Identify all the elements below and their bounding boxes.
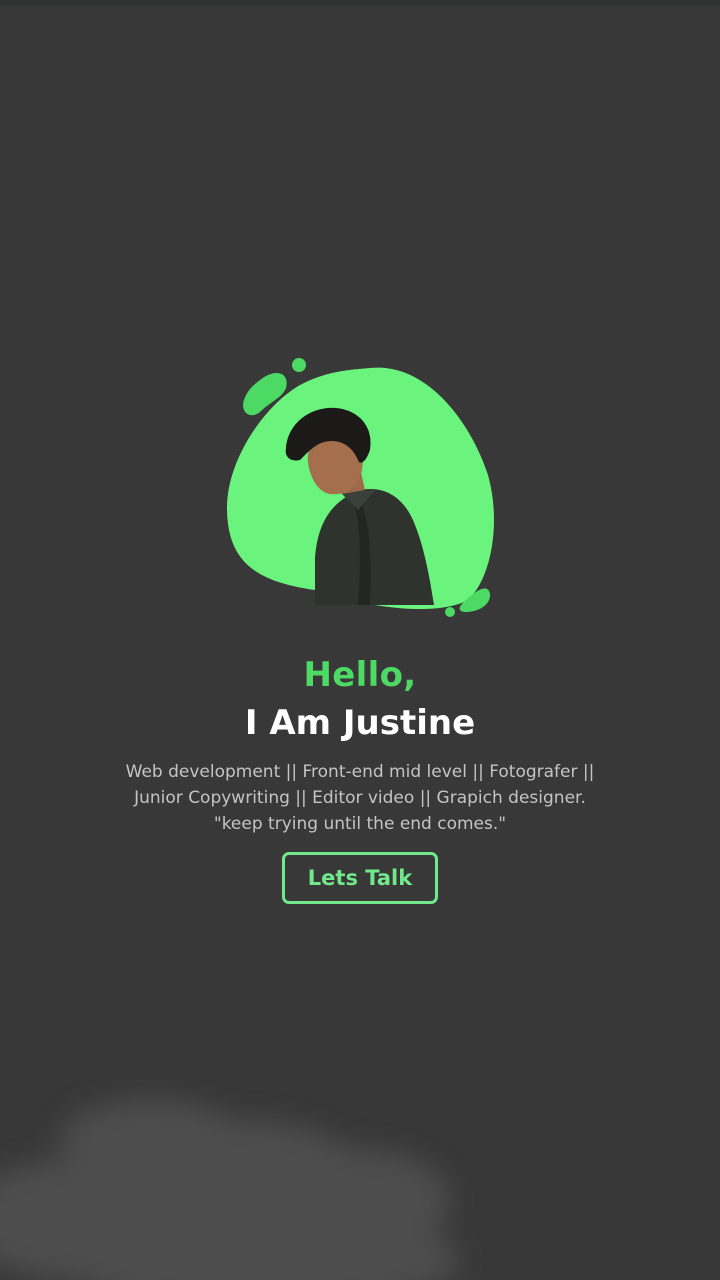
greeting-heading: Hello, xyxy=(303,655,417,695)
top-strip xyxy=(0,0,720,6)
smoke-decoration xyxy=(0,1100,460,1280)
profile-illustration xyxy=(226,358,495,617)
bio-quote: "keep trying until the end comes." xyxy=(213,814,507,834)
bio-text: Web development || Front-end mid level |… xyxy=(100,759,620,837)
blob-bubble-dot xyxy=(445,607,455,617)
bio-line: Junior Copywriting || Editor video || Gr… xyxy=(134,788,586,808)
bio-line: Web development || Front-end mid level |… xyxy=(125,762,595,782)
blob-bubble-small xyxy=(292,358,306,372)
home-page: Hello, I Am Justine Web development || F… xyxy=(0,0,720,1280)
name-heading: I Am Justine xyxy=(244,703,476,743)
lets-talk-button[interactable]: Lets Talk xyxy=(282,852,438,904)
